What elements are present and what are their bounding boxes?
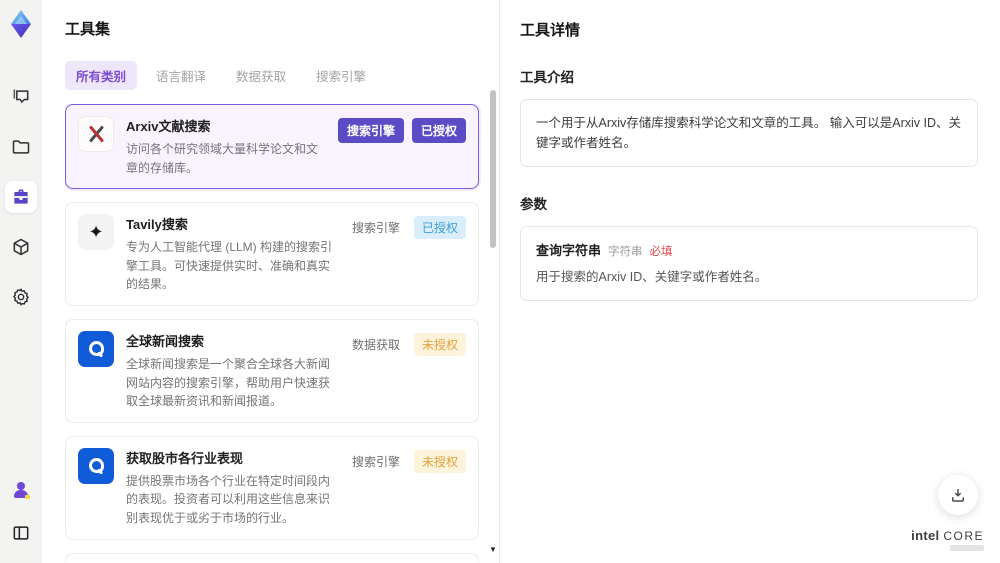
sidebar-item-chat[interactable] [5, 81, 37, 113]
tool-badges: 数据获取 未授权 [346, 331, 466, 356]
tool-icon [78, 116, 114, 152]
magnifier-icon [88, 341, 104, 357]
category-badge: 数据获取 [351, 337, 400, 352]
tool-list: Arxiv文献搜索 访问各个研究领域大量科学论文和文章的存储库。 搜索引擎 已授… [65, 104, 493, 562]
tool-card[interactable]: ✦ Tavily搜索 专为人工智能代理 (LLM) 构建的搜索引擎工具。可快速提… [65, 202, 479, 306]
core-wordmark: CORE [943, 529, 984, 543]
layout-panel-icon [13, 526, 29, 540]
app-window: 工具集 所有类别 语言翻译 数据获取 搜索引擎 Arxiv文献搜索 访问各个研究领域大… [0, 0, 1000, 563]
intel-core-logo: intel CORE [911, 529, 984, 551]
auth-status-badge: 已授权 [411, 118, 466, 143]
tool-info: Arxiv文献搜索 访问各个研究领域大量科学论文和文章的存储库。 [126, 116, 338, 177]
tool-description: 访问各个研究领域大量科学论文和文章的存储库。 [126, 142, 319, 175]
user-avatar[interactable] [5, 479, 37, 501]
tool-info: Tavily搜索 专为人工智能代理 (LLM) 构建的搜索引擎工具。可快速提供实… [126, 214, 346, 294]
auth-status-badge: 已授权 [413, 216, 466, 240]
auth-status-badge: 未授权 [413, 332, 466, 356]
param-description: 用于搜索的Arxiv ID、关键字或作者姓名。 [536, 270, 768, 284]
tool-card[interactable]: 获取股市各行业表现 提供股票市场各个行业在特定时间段内的表现。投资者可以利用这些… [65, 435, 479, 540]
tool-badges: 搜索引擎 已授权 [337, 116, 466, 143]
tool-list-panel: 工具集 所有类别 语言翻译 数据获取 搜索引擎 Arxiv文献搜索 访问各个研究领域大… [42, 0, 500, 563]
intel-core-subtext [950, 545, 984, 551]
category-tab-data[interactable]: 数据获取 [225, 61, 297, 90]
tool-description: 提供股票市场各个行业在特定时间段内的表现。投资者可以利用这些信息来识别表现优于或… [126, 473, 331, 525]
tool-card[interactable]: Arxiv文献搜索 访问各个研究领域大量科学论文和文章的存储库。 搜索引擎 已授… [65, 104, 479, 190]
category-badge: 搜索引擎 [351, 221, 400, 236]
tool-badges: 搜索引擎 已授权 [346, 214, 466, 240]
download-icon [952, 489, 964, 502]
tool-icon [78, 447, 114, 484]
chat-icon [13, 89, 29, 104]
intro-heading: 工具介绍 [520, 70, 574, 85]
category-tabs: 所有类别 语言翻译 数据获取 搜索引擎 [65, 61, 493, 90]
intel-wordmark: intel [911, 528, 940, 543]
auth-status-badge: 未授权 [413, 449, 466, 473]
tool-detail-panel: 工具详情 工具介绍 一个用于从Arxiv存储库搜索科学论文和文章的工具。 输入可… [500, 0, 1000, 563]
collapse-sidebar-button[interactable] [5, 517, 37, 549]
sidebar-item-files[interactable] [5, 131, 37, 163]
tool-card[interactable]: 全球新闻搜索 全球新闻搜索是一个聚合全球各大新闻网站内容的搜索引擎，帮助用户快速… [65, 318, 479, 423]
detail-title: 工具详情 [520, 22, 581, 39]
intro-text: 一个用于从Arxiv存储库搜索科学论文和文章的工具。 输入可以是Arxiv ID… [536, 116, 962, 150]
category-tab-all[interactable]: 所有类别 [65, 61, 138, 90]
intro-box: 一个用于从Arxiv存储库搜索科学论文和文章的工具。 输入可以是Arxiv ID… [520, 99, 978, 167]
category-tab-translate[interactable]: 语言翻译 [145, 61, 217, 90]
category-badge: 搜索引擎 [351, 454, 400, 469]
param-box: 查询字符串 字符串 必填 用于搜索的Arxiv ID、关键字或作者姓名。 [520, 226, 978, 301]
sidebar-item-settings[interactable] [5, 281, 37, 313]
app-logo-icon [11, 10, 31, 38]
param-type: 字符串 [608, 246, 643, 258]
category-tab-search[interactable]: 搜索引擎 [305, 61, 377, 90]
tool-icon: ✦ [78, 214, 114, 251]
tool-card[interactable]: 获取市场最活跃股票信息 提供当天交易量最高的股票列表，投资者可以利用这些信息来识… [65, 552, 479, 562]
scrollbar-thumb[interactable] [490, 90, 496, 248]
package-icon [13, 238, 29, 256]
param-required-badge: 必填 [649, 246, 673, 258]
page-title: 工具集 [65, 21, 111, 38]
tool-info: 全球新闻搜索 全球新闻搜索是一个聚合全球各大新闻网站内容的搜索引擎，帮助用户快速… [126, 331, 346, 411]
scrollbar-down-arrow[interactable]: ▼ [489, 546, 497, 554]
tool-info: 获取股市各行业表现 提供股票市场各个行业在特定时间段内的表现。投资者可以利用这些… [126, 448, 346, 528]
tool-description: 全球新闻搜索是一个聚合全球各大新闻网站内容的搜索引擎，帮助用户快速获取全球最新资… [126, 356, 331, 409]
tool-badges: 搜索引擎 未授权 [346, 448, 466, 473]
icon-glyph: ✦ [88, 221, 104, 242]
list-scrollbar[interactable]: ▼ [489, 88, 497, 558]
param-header: 查询字符串 字符串 必填 [536, 240, 962, 259]
tool-name: Tavily搜索 [126, 217, 188, 233]
icon-sidebar [0, 0, 42, 563]
magnifier-icon [88, 458, 104, 474]
tool-name: Arxiv文献搜索 [126, 119, 211, 134]
sidebar-item-toolbox[interactable] [5, 181, 37, 213]
tool-name: 全球新闻搜索 [126, 333, 205, 349]
folder-icon [12, 140, 30, 154]
sidebar-bottom [5, 479, 37, 549]
user-icon [12, 481, 30, 499]
tool-description: 专为人工智能代理 (LLM) 构建的搜索引擎工具。可快速提供实时、准确和真实的结… [126, 240, 333, 292]
sidebar-nav [5, 81, 37, 313]
params-heading: 参数 [520, 197, 547, 212]
tool-icon [78, 330, 114, 367]
category-badge: 搜索引擎 [337, 118, 404, 143]
toolbox-icon [14, 189, 28, 204]
tool-name: 获取股市各行业表现 [126, 450, 244, 466]
download-button[interactable] [938, 475, 978, 515]
param-name: 查询字符串 [536, 243, 602, 258]
gear-icon [12, 288, 30, 306]
sidebar-item-packages[interactable] [5, 231, 37, 263]
